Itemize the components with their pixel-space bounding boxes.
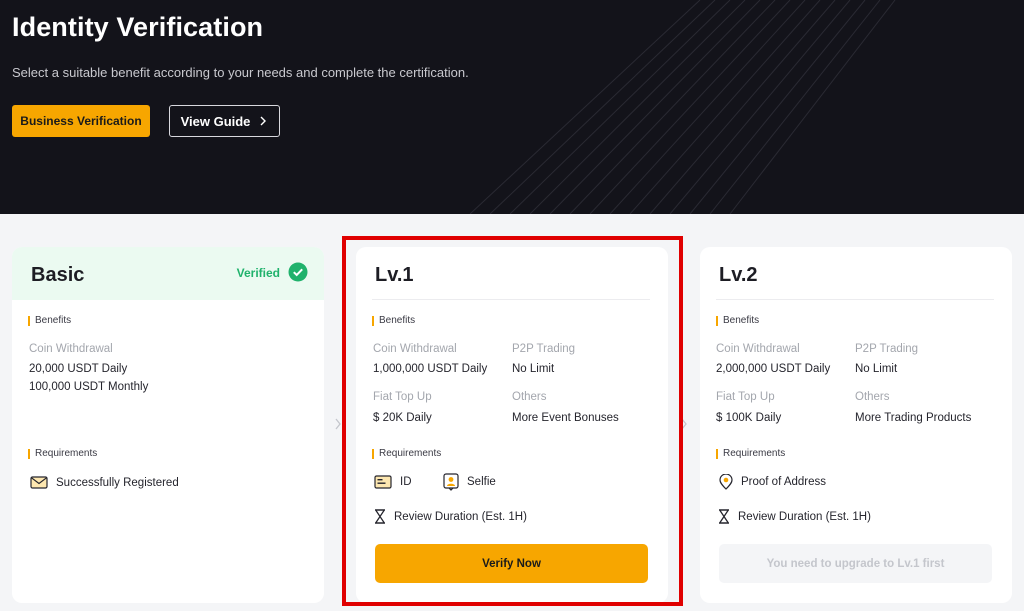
chevron-right-icon xyxy=(681,418,687,430)
requirement-address: Proof of Address xyxy=(719,474,826,490)
review-duration-label: Review Duration (Est. 1H) xyxy=(738,510,871,523)
verified-status: Verified xyxy=(236,266,280,280)
page-subtitle: Select a suitable benefit according to y… xyxy=(12,65,469,80)
benefits-heading: Benefits xyxy=(28,316,71,326)
review-duration: Review Duration (Est. 1H) xyxy=(374,509,527,524)
coin-withdrawal-daily: 20,000 USDT Daily xyxy=(29,363,128,375)
others-label: Others xyxy=(512,391,547,403)
coin-withdrawal-label: Coin Withdrawal xyxy=(716,343,800,355)
id-card-icon xyxy=(374,475,392,489)
p2p-trading-value: No Limit xyxy=(512,363,555,375)
hourglass-icon xyxy=(719,509,729,524)
fiat-top-up-label: Fiat Top Up xyxy=(373,391,432,403)
requirement-selfie: Selfie xyxy=(443,473,496,491)
others-value: More Event Bonuses xyxy=(512,412,619,424)
p2p-trading-label: P2P Trading xyxy=(855,343,919,355)
hourglass-icon xyxy=(375,509,385,524)
envelope-icon xyxy=(30,476,48,489)
lv1-level-card: Lv.1 Benefits Coin Withdrawal 1,000,000 … xyxy=(356,247,668,603)
review-duration-label: Review Duration (Est. 1H) xyxy=(394,510,527,523)
card-divider xyxy=(716,299,994,300)
verify-now-button[interactable]: Verify Now xyxy=(375,544,648,583)
fiat-top-up-value: $ 100K Daily xyxy=(716,412,782,424)
card-divider xyxy=(372,299,650,300)
requirement-id: ID xyxy=(374,475,412,489)
requirement-address-label: Proof of Address xyxy=(741,476,827,488)
coin-withdrawal-label: Coin Withdrawal xyxy=(29,343,113,355)
lv2-level-card: Lv.2 Benefits Coin Withdrawal 2,000,000 … xyxy=(700,247,1012,603)
requirements-heading: Requirements xyxy=(372,449,441,459)
requirement-label: Successfully Registered xyxy=(56,476,179,489)
benefits-heading: Benefits xyxy=(716,316,759,326)
others-value: More Trading Products xyxy=(855,412,972,424)
lv2-title: Lv.2 xyxy=(719,264,758,286)
requirements-heading: Requirements xyxy=(716,449,785,459)
page-title: Identity Verification xyxy=(12,12,264,42)
view-guide-button[interactable]: View Guide xyxy=(169,105,280,137)
business-verification-button[interactable]: Business Verification xyxy=(12,105,150,137)
hero-banner: Identity Verification Select a suitable … xyxy=(0,0,1024,214)
check-circle-icon xyxy=(288,262,308,282)
coin-withdrawal-value: 1,000,000 USDT Daily xyxy=(373,363,488,375)
basic-level-card: Basic Verified Benefits Coin Withdrawal … xyxy=(12,247,324,603)
requirements-heading: Requirements xyxy=(28,449,97,459)
benefits-heading: Benefits xyxy=(372,316,415,326)
upgrade-required-button: You need to upgrade to Lv.1 first xyxy=(719,544,992,583)
fiat-top-up-value: $ 20K Daily xyxy=(373,412,432,424)
fiat-top-up-label: Fiat Top Up xyxy=(716,391,775,403)
coin-withdrawal-label: Coin Withdrawal xyxy=(373,343,457,355)
chevron-right-icon xyxy=(335,418,341,430)
requirement-item: Successfully Registered xyxy=(30,476,179,489)
basic-title: Basic xyxy=(31,264,85,286)
coin-withdrawal-monthly: 100,000 USDT Monthly xyxy=(29,381,149,393)
coin-withdrawal-value: 2,000,000 USDT Daily xyxy=(716,363,831,375)
review-duration: Review Duration (Est. 1H) xyxy=(718,509,871,524)
lv1-title: Lv.1 xyxy=(375,264,414,286)
others-label: Others xyxy=(855,391,890,403)
requirement-id-label: ID xyxy=(400,476,412,488)
p2p-trading-value: No Limit xyxy=(855,363,898,375)
view-guide-label: View Guide xyxy=(180,113,251,129)
selfie-icon xyxy=(443,473,459,491)
location-pin-icon xyxy=(719,474,733,490)
chevron-right-icon xyxy=(260,116,267,126)
p2p-trading-label: P2P Trading xyxy=(512,343,576,355)
requirement-selfie-label: Selfie xyxy=(467,476,496,488)
